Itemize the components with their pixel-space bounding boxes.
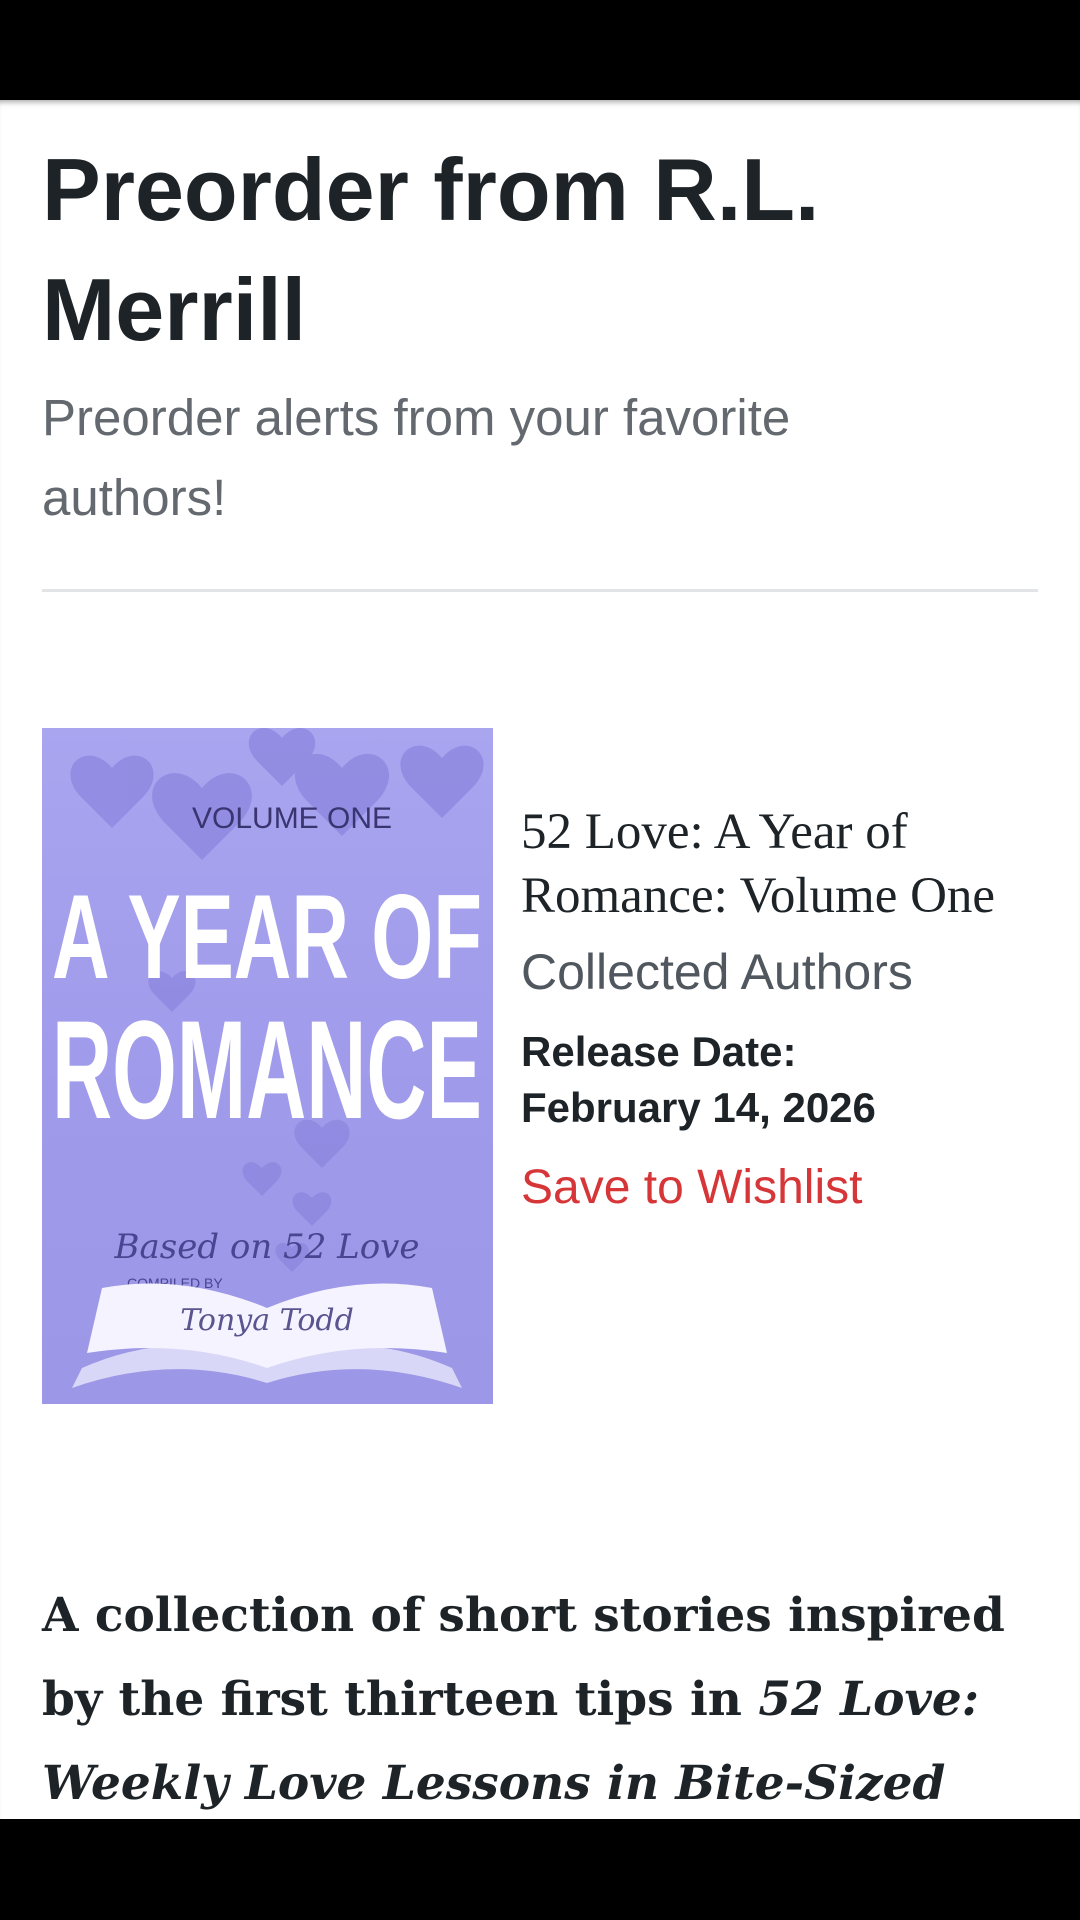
page-content: Preorder from R.L. Merrill Preorder aler…: [0, 100, 1080, 1819]
page-title: Preorder from R.L. Merrill: [42, 140, 820, 359]
navigation-bar: [0, 1819, 1080, 1920]
cover-based-on: Based on 52 Love: [113, 1227, 419, 1267]
save-to-wishlist-link[interactable]: Save to Wishlist: [521, 1156, 862, 1220]
book-cover-image[interactable]: VOLUME ONE A YEAR OF ROMANCE Based on 52…: [42, 728, 493, 1404]
cover-volume-text: VOLUME ONE: [192, 802, 392, 835]
release-label: Release Date:: [521, 1028, 797, 1075]
cover-title-line2: ROMANCE: [52, 991, 482, 1148]
release-date: February 14, 2026: [521, 1084, 876, 1131]
divider: [42, 589, 1038, 592]
page-subtitle: Preorder alerts from your favorite autho…: [42, 389, 791, 526]
book-title[interactable]: 52 Love: A Year of Romance: Volume One: [521, 800, 1061, 928]
cover-title-line1: A YEAR OF: [52, 870, 482, 1004]
release-info: Release Date: February 14, 2026: [521, 1024, 1061, 1136]
book-author: Collected Authors: [521, 944, 913, 1000]
book-info: 52 Love: A Year of Romance: Volume One C…: [521, 800, 1061, 1220]
book-description: A collection of short stories inspired b…: [42, 1574, 1052, 1819]
status-bar: [0, 0, 1080, 100]
cover-compiler: Tonya Todd: [180, 1303, 354, 1338]
